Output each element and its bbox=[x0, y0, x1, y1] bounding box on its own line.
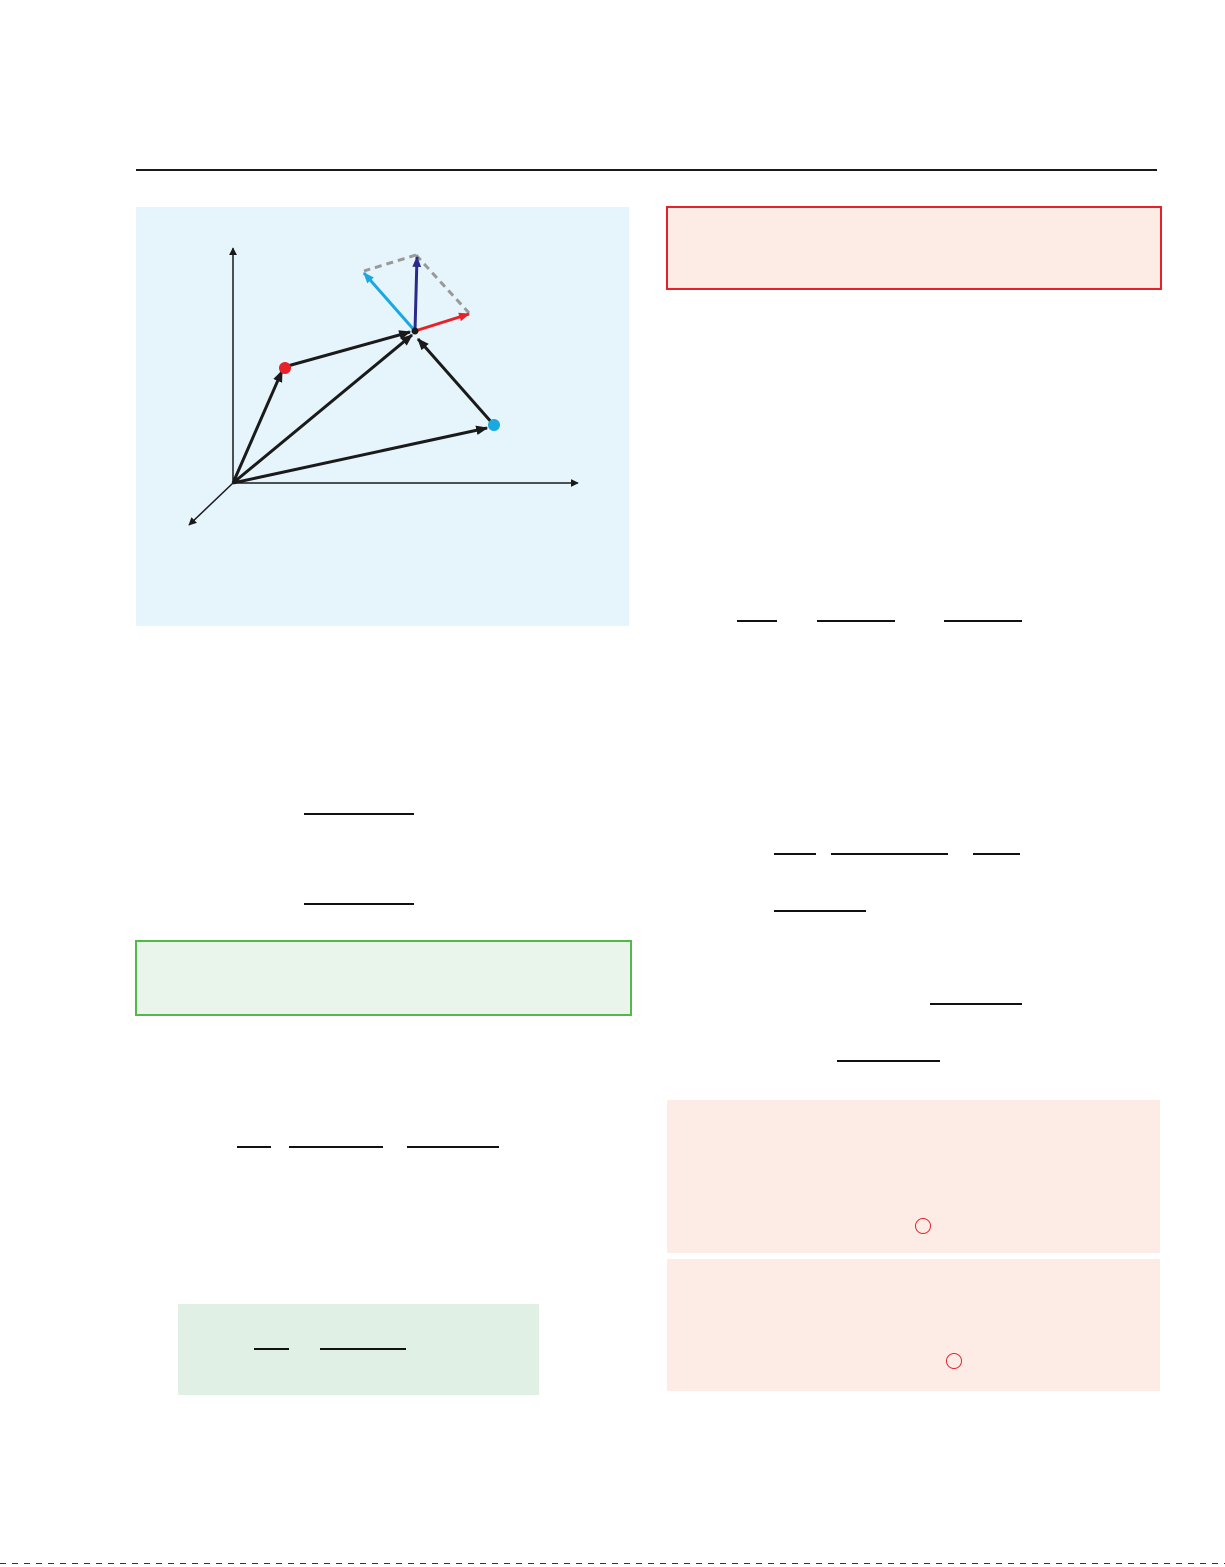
cyan-point bbox=[488, 419, 500, 431]
fraction-bar bbox=[944, 620, 1022, 622]
fraction-bar bbox=[254, 1348, 289, 1350]
fraction-bar bbox=[930, 1003, 1022, 1005]
y-axis bbox=[188, 482, 234, 526]
vector-cyan-to-center bbox=[416, 338, 495, 425]
dashed-line bbox=[363, 253, 417, 273]
cyan-vector bbox=[362, 272, 417, 332]
fraction-bar bbox=[973, 853, 1020, 855]
fraction-bar bbox=[407, 1146, 499, 1148]
dashed-line bbox=[414, 253, 471, 315]
fraction-bar bbox=[320, 1348, 406, 1350]
fraction-bar bbox=[237, 1146, 271, 1148]
center-point bbox=[411, 327, 419, 335]
fraction-bar bbox=[831, 853, 948, 855]
red-point bbox=[279, 362, 291, 374]
green-outlined-box bbox=[135, 940, 632, 1016]
fraction-bar bbox=[304, 813, 414, 815]
pink-box-1 bbox=[667, 1100, 1160, 1253]
page-bottom-dashed-rule bbox=[0, 1563, 1225, 1564]
page-top-rule bbox=[136, 169, 1157, 171]
fraction-bar bbox=[289, 1146, 383, 1148]
fraction-bar bbox=[737, 620, 777, 622]
fraction-bar bbox=[837, 1060, 940, 1062]
pink-box-2 bbox=[667, 1259, 1160, 1391]
fraction-bar bbox=[817, 620, 895, 622]
fraction-bar bbox=[774, 853, 816, 855]
red-vector bbox=[414, 312, 471, 333]
blue-vector bbox=[412, 255, 422, 332]
fraction-bar bbox=[774, 910, 866, 912]
red-circle-mark bbox=[946, 1353, 962, 1369]
red-circle-mark bbox=[915, 1218, 931, 1234]
vector-origin-to-cyan bbox=[232, 425, 489, 485]
vector-diagram bbox=[188, 247, 579, 526]
red-outlined-box bbox=[666, 206, 1162, 290]
vector-origin-to-red bbox=[231, 369, 284, 484]
vector-red-to-center bbox=[283, 330, 412, 369]
fraction-bar bbox=[304, 903, 414, 905]
